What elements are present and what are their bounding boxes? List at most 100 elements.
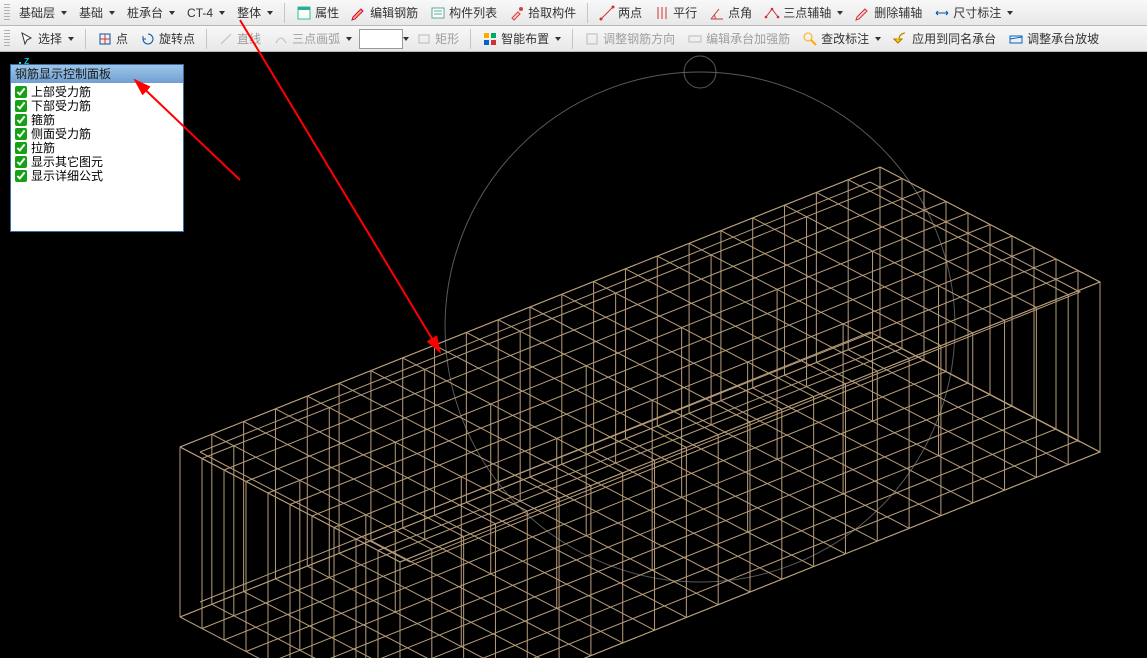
edit-cap-reinforce-icon (687, 31, 703, 47)
category-label: 基础 (79, 4, 103, 21)
adjust-rebar-dir-button[interactable]: 调整钢筋方向 (579, 28, 680, 50)
rotate-point-button[interactable]: 旋转点 (135, 28, 200, 50)
apply-same-cap-label: 应用到同名承台 (912, 30, 996, 47)
chk-label: 侧面受力筋 (31, 127, 91, 141)
eyedropper-icon (509, 5, 525, 21)
dimension-button[interactable]: 尺寸标注 (929, 2, 1018, 24)
two-points-button[interactable]: 两点 (594, 2, 647, 24)
arc-label: 三点画弧 (292, 30, 340, 47)
adjust-rebar-dir-label: 调整钢筋方向 (603, 30, 675, 47)
dimension-icon (934, 5, 950, 21)
properties-icon (296, 5, 312, 21)
three-point-axis-label: 三点辅轴 (783, 4, 831, 21)
point-angle-label: 点角 (728, 4, 752, 21)
checkbox[interactable] (15, 114, 27, 126)
delete-axis-icon (855, 5, 871, 21)
toolbar-grip (4, 30, 10, 48)
rotate-point-label: 旋转点 (159, 30, 195, 47)
line-label: 直线 (237, 30, 261, 47)
toolbar-grip (4, 4, 10, 22)
parallel-icon (654, 5, 670, 21)
adjust-rebar-dir-icon (584, 31, 600, 47)
view-marks-label: 查改标注 (821, 30, 869, 47)
edit-cap-reinforce-button[interactable]: 编辑承台加强筋 (682, 28, 795, 50)
pencil-icon (351, 5, 367, 21)
checkbox[interactable] (15, 170, 27, 182)
checkbox[interactable] (15, 128, 27, 140)
checkbox[interactable] (15, 100, 27, 112)
numeric-input[interactable] (359, 29, 403, 49)
chk-label: 显示详细公式 (31, 169, 103, 183)
list-icon (430, 5, 446, 21)
line-icon (218, 31, 234, 47)
display-mode-dropdown[interactable]: 整体 (232, 2, 278, 24)
rebar-display-panel[interactable]: 钢筋显示控制面板 上部受力筋 下部受力筋 箍筋 侧面受力筋 拉筋 显示其它图元 … (10, 64, 184, 232)
rect-label: 矩形 (435, 30, 459, 47)
view-marks-button[interactable]: 查改标注 (797, 28, 886, 50)
component-label: 桩承台 (127, 4, 163, 21)
parallel-label: 平行 (673, 4, 697, 21)
chk-label: 箍筋 (31, 113, 55, 127)
delete-axis-label: 删除辅轴 (874, 4, 922, 21)
edit-rebar-label: 编辑钢筋 (370, 4, 418, 21)
checkbox[interactable] (15, 142, 27, 154)
edit-cap-reinforce-label: 编辑承台加强筋 (706, 30, 790, 47)
item-dropdown[interactable]: CT-4 (182, 2, 230, 24)
point-icon (97, 31, 113, 47)
chk-label: 上部受力筋 (31, 85, 91, 99)
point-label: 点 (116, 30, 128, 47)
chk-row[interactable]: 显示详细公式 (15, 169, 179, 183)
two-points-label: 两点 (618, 4, 642, 21)
properties-label: 属性 (315, 4, 339, 21)
layer-label: 基础层 (19, 4, 55, 21)
magnifier-icon (802, 31, 818, 47)
dimension-label: 尺寸标注 (953, 4, 1001, 21)
arc-icon (273, 31, 289, 47)
slope-icon (1008, 31, 1024, 47)
delete-axis-button[interactable]: 删除辅轴 (850, 2, 927, 24)
properties-button[interactable]: 属性 (291, 2, 344, 24)
rect-button[interactable]: 矩形 (411, 28, 464, 50)
chk-row[interactable]: 上部受力筋 (15, 85, 179, 99)
chk-label: 显示其它图元 (31, 155, 103, 169)
point-angle-button[interactable]: 点角 (704, 2, 757, 24)
rect-icon (416, 31, 432, 47)
smart-layout-label: 智能布置 (501, 30, 549, 47)
chk-row[interactable]: 下部受力筋 (15, 99, 179, 113)
apply-same-cap-button[interactable]: 应用到同名承台 (888, 28, 1001, 50)
select-button[interactable]: 选择 (14, 28, 79, 50)
cursor-icon (19, 31, 35, 47)
component-list-label: 构件列表 (449, 4, 497, 21)
point-angle-icon (709, 5, 725, 21)
edit-rebar-button[interactable]: 编辑钢筋 (346, 2, 423, 24)
chk-label: 拉筋 (31, 141, 55, 155)
chk-label: 下部受力筋 (31, 99, 91, 113)
chk-row[interactable]: 显示其它图元 (15, 155, 179, 169)
display-mode-label: 整体 (237, 4, 261, 21)
parallel-button[interactable]: 平行 (649, 2, 702, 24)
line-button[interactable]: 直线 (213, 28, 266, 50)
adjust-cap-slope-label: 调整承台放坡 (1027, 30, 1099, 47)
three-point-axis-button[interactable]: 三点辅轴 (759, 2, 848, 24)
category-dropdown[interactable]: 基础 (74, 2, 120, 24)
pick-component-label: 拾取构件 (528, 4, 576, 21)
toolbar-row-2: 选择 点 旋转点 直线 三点画弧 矩形 (0, 26, 1147, 52)
component-dropdown[interactable]: 桩承台 (122, 2, 180, 24)
pick-component-button[interactable]: 拾取构件 (504, 2, 581, 24)
layer-dropdown[interactable]: 基础层 (14, 2, 72, 24)
chk-row[interactable]: 箍筋 (15, 113, 179, 127)
adjust-cap-slope-button[interactable]: 调整承台放坡 (1003, 28, 1104, 50)
apply-icon (893, 31, 909, 47)
toolbar-row-1: 基础层 基础 桩承台 CT-4 整体 属性 编辑钢筋 构件列表 拾取构件 (0, 0, 1147, 26)
panel-title: 钢筋显示控制面板 (11, 65, 183, 83)
chk-row[interactable]: 拉筋 (15, 141, 179, 155)
chk-row[interactable]: 侧面受力筋 (15, 127, 179, 141)
panel-body: 上部受力筋 下部受力筋 箍筋 侧面受力筋 拉筋 显示其它图元 显示详细公式 (11, 83, 183, 185)
checkbox[interactable] (15, 156, 27, 168)
smart-layout-button[interactable]: 智能布置 (477, 28, 566, 50)
select-label: 选择 (38, 30, 62, 47)
checkbox[interactable] (15, 86, 27, 98)
component-list-button[interactable]: 构件列表 (425, 2, 502, 24)
point-button[interactable]: 点 (92, 28, 133, 50)
arc-button[interactable]: 三点画弧 (268, 28, 357, 50)
